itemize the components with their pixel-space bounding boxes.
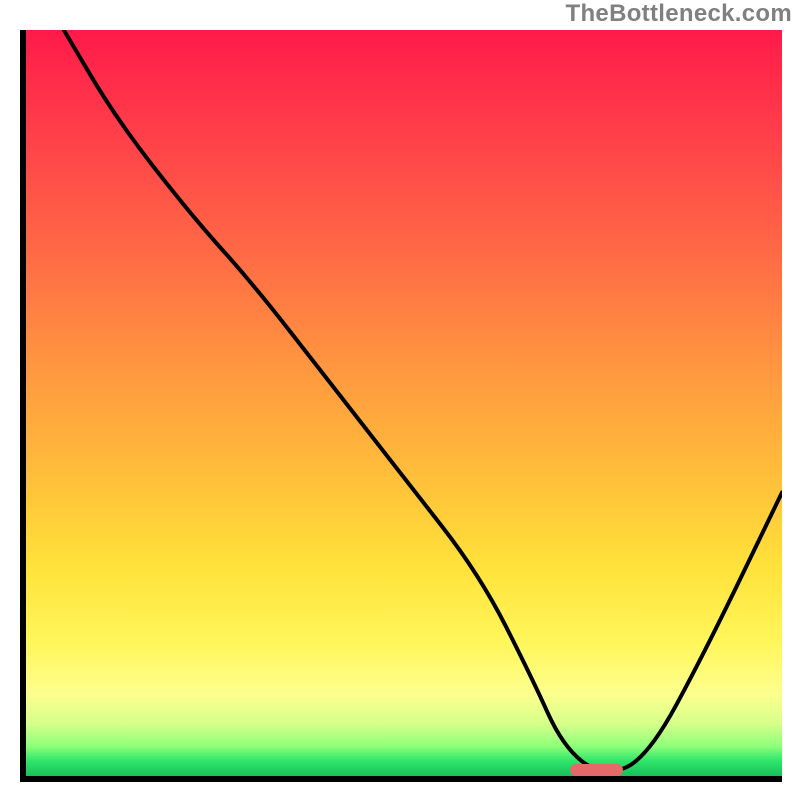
watermark-label: TheBottleneck.com <box>566 0 792 28</box>
plot-area <box>20 30 782 782</box>
curve-path <box>64 30 782 771</box>
optimum-marker <box>570 764 623 776</box>
chart-frame: TheBottleneck.com <box>0 0 800 800</box>
bottleneck-curve <box>26 30 782 776</box>
